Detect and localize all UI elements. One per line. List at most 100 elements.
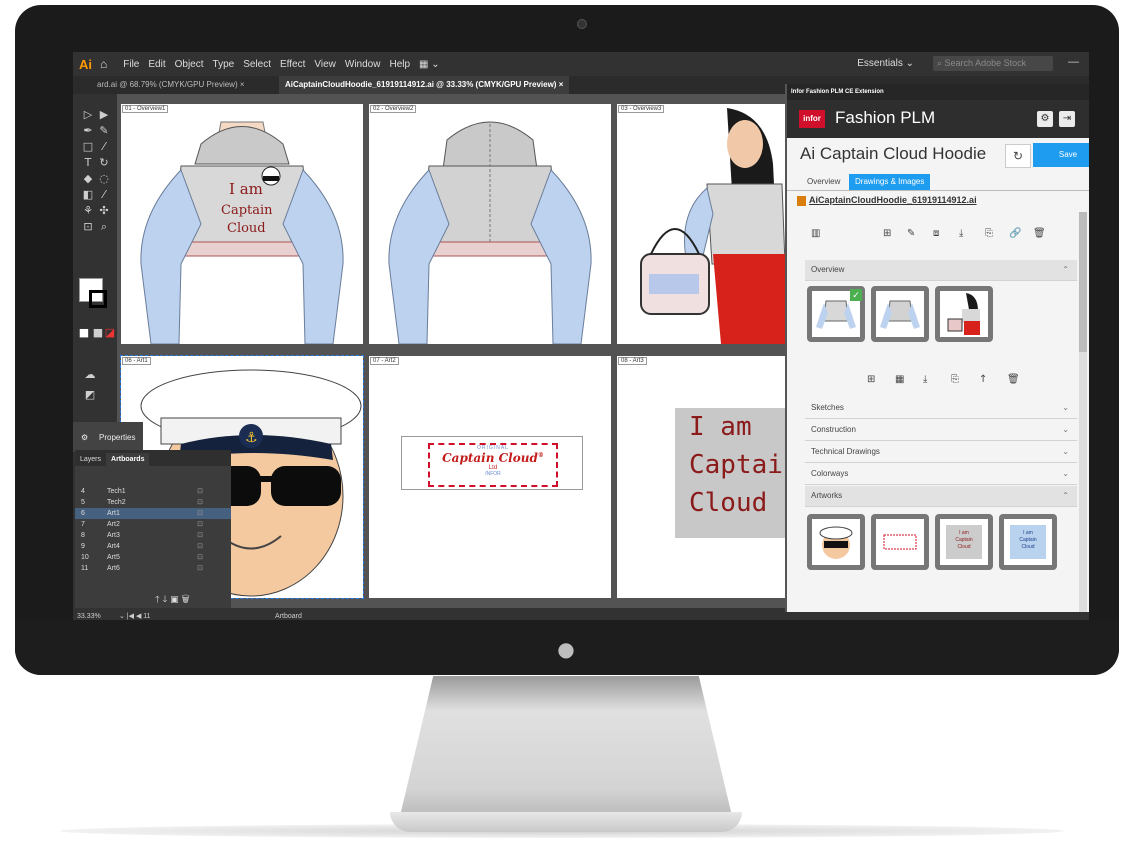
workspace-switcher[interactable]: Essentials ⌄ xyxy=(857,58,914,69)
tab-artboards[interactable]: Artboards xyxy=(106,453,150,466)
export-icon[interactable]: ⤓ xyxy=(923,374,927,385)
section-artworks[interactable]: Artworks ⌃ xyxy=(805,486,1077,507)
menu-file[interactable]: File xyxy=(123,59,139,70)
artboard-options-icon[interactable]: ⊡ xyxy=(197,486,203,497)
artwork-thumb-3[interactable]: I am Captain Cloud xyxy=(935,514,993,570)
libraries-icon[interactable]: ☁ xyxy=(83,368,97,382)
menu-type[interactable]: Type xyxy=(213,59,235,70)
menu-effect[interactable]: Effect xyxy=(280,59,305,70)
artboard-overview3[interactable]: 03 - Overview3 xyxy=(617,104,786,344)
logout-icon[interactable]: ⇥ xyxy=(1059,111,1075,127)
move-up-icon[interactable]: 🡑 xyxy=(155,595,160,605)
artboard-row-selected[interactable]: 6 Art1 ⊡ xyxy=(75,508,231,519)
eyedropper-tool-icon[interactable]: ⁄ xyxy=(97,188,111,202)
selection-tool-icon[interactable]: ▷ xyxy=(81,108,95,122)
tab-document-1[interactable]: ard.ai @ 68.79% (CMYK/GPU Preview) × xyxy=(91,76,251,94)
export-icon[interactable]: ⤓ xyxy=(959,228,963,239)
curvature-tool-icon[interactable]: ✎ xyxy=(97,124,111,138)
symbol-sprayer-icon[interactable]: ✣ xyxy=(97,204,111,218)
columns-icon[interactable]: ▥ xyxy=(811,228,820,239)
artboard-overview2[interactable]: 02 - Overview2 xyxy=(369,104,611,345)
stroke-swatch[interactable] xyxy=(89,290,107,308)
shape-builder-icon[interactable]: ◧ xyxy=(81,188,95,202)
artboard-options-icon[interactable]: ⊡ xyxy=(197,541,203,552)
artboard-options-icon[interactable]: ⊡ xyxy=(197,508,203,519)
artboard-options-icon[interactable]: ⊡ xyxy=(197,497,203,508)
calendar-icon[interactable]: ▦ xyxy=(895,374,904,385)
rectangle-tool-icon[interactable]: □ xyxy=(81,140,95,154)
artboard-row[interactable]: 8 Art3 ⊡ xyxy=(75,530,231,541)
section-sketches[interactable]: Sketches ⌄ xyxy=(805,398,1077,419)
minimize-icon[interactable]: — xyxy=(1068,56,1079,68)
artboard-overview1[interactable]: 01 - Overview1 I am Captain Cloud xyxy=(121,104,363,345)
menu-help[interactable]: Help xyxy=(389,59,410,70)
copy-icon[interactable]: ⎘ xyxy=(985,228,993,239)
delete-icon[interactable]: 🗑 xyxy=(1033,228,1046,239)
artboard-options-icon[interactable]: ⊡ xyxy=(197,519,203,530)
add-image-icon[interactable]: ⊞ xyxy=(883,228,891,239)
link-icon[interactable]: 🔗 xyxy=(1009,228,1021,239)
artboard-row[interactable]: 7 Art2 ⊡ xyxy=(75,519,231,530)
menu-window[interactable]: Window xyxy=(345,59,381,70)
section-overview[interactable]: Overview ⌃ xyxy=(805,260,1077,281)
file-link[interactable]: AiCaptainCloudHoodie_61919114912.ai xyxy=(809,195,977,205)
add-image-icon[interactable]: ⊞ xyxy=(867,374,875,385)
type-tool-icon[interactable]: T xyxy=(81,156,95,170)
blend-tool-icon[interactable]: ⚘ xyxy=(81,204,95,218)
artboard-row[interactable]: 11 Art6 ⊡ xyxy=(75,563,231,574)
menu-select[interactable]: Select xyxy=(243,59,271,70)
home-icon[interactable]: ⌂ xyxy=(100,57,107,71)
section-technical-drawings[interactable]: Technical Drawings ⌄ xyxy=(805,442,1077,463)
move-down-icon[interactable]: 🡓 xyxy=(163,595,168,605)
zoom-tool-icon[interactable]: ⌕ xyxy=(97,220,111,234)
color-mode-icon[interactable]: ■ xyxy=(77,326,91,340)
direct-selection-tool-icon[interactable]: ▶ xyxy=(97,108,111,122)
tab-document-2[interactable]: AiCaptainCloudHoodie_61919114912.ai @ 33… xyxy=(279,76,570,94)
artboard-options-icon[interactable]: ⊡ xyxy=(197,552,203,563)
stock-search-input[interactable]: ⌕ Search Adobe Stock xyxy=(933,56,1053,71)
panel-scrollbar[interactable] xyxy=(1079,212,1087,612)
artwork-thumb-4[interactable]: I am Captain Cloud xyxy=(999,514,1057,570)
artboard-art3[interactable]: 08 - Art3 I am Captain Cloud xyxy=(617,356,799,598)
settings-icon[interactable]: ⚙ xyxy=(1037,111,1053,127)
artboard-row[interactable]: 10 Art5 ⊡ xyxy=(75,552,231,563)
delete-icon[interactable]: 🗑 xyxy=(1007,374,1020,385)
brush-tool-icon[interactable]: ⁄ xyxy=(97,140,111,154)
artboard-art2[interactable]: 07 - Art2 ORIGINAL Captain Cloud® Ltd IN… xyxy=(369,356,611,598)
menu-object[interactable]: Object xyxy=(175,59,204,70)
rotate-tool-icon[interactable]: ↻ xyxy=(97,156,111,170)
refresh-icon[interactable]: ↻ xyxy=(1005,144,1031,168)
tab-layers[interactable]: Layers xyxy=(75,453,106,466)
menu-edit[interactable]: Edit xyxy=(148,59,165,70)
artboard-row[interactable]: 4 Tech1 ⊡ xyxy=(75,486,231,497)
overview-thumb-2[interactable] xyxy=(871,286,929,342)
layers-dock-icon[interactable]: ◩ xyxy=(83,388,97,402)
copy-icon[interactable]: ⎘ xyxy=(951,374,959,385)
arrange-documents-icon[interactable]: ▦ ⌄ xyxy=(419,59,440,70)
close-icon[interactable]: × xyxy=(559,80,564,89)
delete-icon[interactable]: 🗑 xyxy=(182,595,190,605)
artboard-row[interactable]: 9 Art4 ⊡ xyxy=(75,541,231,552)
artwork-thumb-2[interactable] xyxy=(871,514,929,570)
scrollbar-thumb[interactable] xyxy=(1079,212,1087,352)
eraser-tool-icon[interactable]: ◆ xyxy=(81,172,95,186)
tab-drawings-images[interactable]: Drawings & Images xyxy=(849,174,931,190)
pen-tool-icon[interactable]: ✒ xyxy=(81,124,95,138)
overview-thumb-3[interactable] xyxy=(935,286,993,342)
menu-view[interactable]: View xyxy=(314,59,336,70)
artboard-options-icon[interactable]: ⊡ xyxy=(197,530,203,541)
upload-icon[interactable]: ↑ xyxy=(979,374,987,385)
tab-overview[interactable]: Overview xyxy=(801,174,846,190)
overview-thumb-1[interactable]: ✓ xyxy=(807,286,865,342)
artboard-options-icon[interactable]: ⊡ xyxy=(197,563,203,574)
section-colorways[interactable]: Colorways ⌄ xyxy=(805,464,1077,485)
properties-panel[interactable]: ⚙ Properties xyxy=(73,422,143,452)
section-construction[interactable]: Construction ⌄ xyxy=(805,420,1077,441)
frame-icon[interactable]: ⧈ xyxy=(933,228,939,239)
close-icon[interactable]: × xyxy=(240,80,245,89)
edit-icon[interactable]: ✎ xyxy=(907,228,915,239)
artboard-tool-icon[interactable]: ⊡ xyxy=(81,220,95,234)
artwork-thumb-1[interactable] xyxy=(807,514,865,570)
save-button[interactable]: Save xyxy=(1033,143,1089,167)
none-mode-icon[interactable]: ◪ xyxy=(103,326,117,340)
